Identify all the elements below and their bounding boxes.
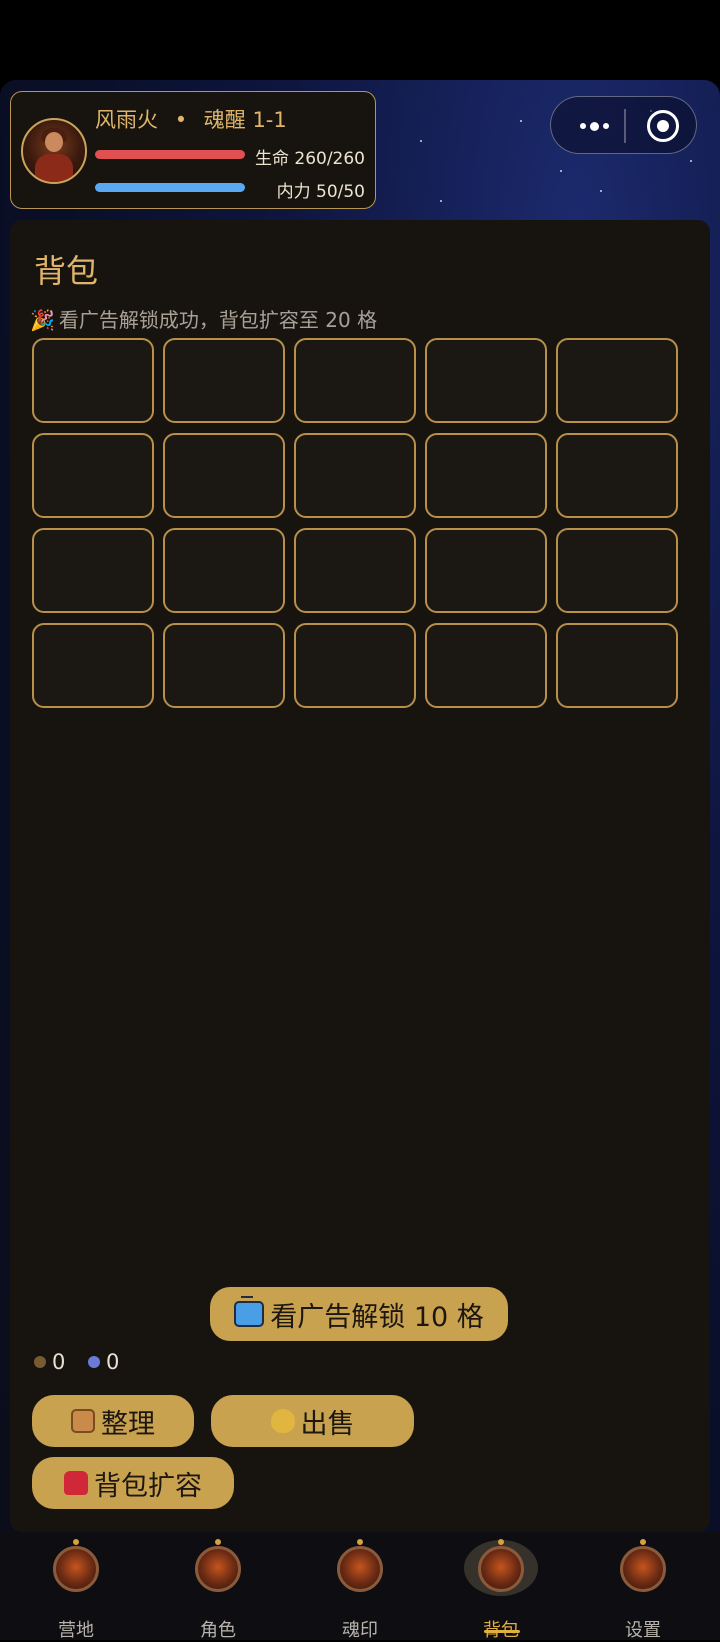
sort-button[interactable]: 整理 [32,1395,194,1447]
currency-gold: 0 [34,1350,65,1374]
bag-slot[interactable] [163,528,285,613]
nav-item-character[interactable]: 角色 [146,1532,290,1641]
bag-slot[interactable] [163,338,285,423]
money-bag-icon [270,1409,295,1433]
bag-title: 背包 [34,252,99,290]
bag-slot[interactable] [425,528,547,613]
nav-label: 设置 [625,1620,661,1641]
currency-gem: 0 [88,1350,119,1374]
player-title: 风雨火 • 魂醒 1-1 [95,104,287,134]
bag-slot[interactable] [294,338,416,423]
nav-item-bag[interactable]: 背包 [429,1532,573,1641]
hp-bar [95,150,245,159]
soul-seal-icon [337,1539,383,1592]
party-popper-icon: 🎉 [30,308,55,332]
bag-slot[interactable] [32,623,154,708]
bag-slot[interactable] [425,338,547,423]
nav-label: 营地 [58,1620,94,1641]
expand-label: 背包扩容 [94,1470,202,1502]
bottom-nav: 营地 角色 魂印 背包 设置 [0,1532,720,1641]
package-icon [71,1409,95,1433]
currency-gem-value: 0 [106,1350,120,1374]
bag-slot[interactable] [556,528,678,613]
currency-gold-value: 0 [52,1350,66,1374]
bag-slot[interactable] [425,433,547,518]
expand-bag-button[interactable]: 背包扩容 [32,1457,234,1509]
mp-label: 内力 50/50 [276,182,365,202]
player-stage: 魂醒 1-1 [203,108,287,132]
bag-slot[interactable] [294,623,416,708]
unlock-notice: 🎉 看广告解锁成功，背包扩容至 20 格 [30,304,377,333]
player-name: 风雨火 [95,108,158,132]
nav-label: 角色 [200,1620,236,1641]
gem-icon [88,1356,100,1368]
title-separator: • [174,108,188,132]
bag-slot[interactable] [425,623,547,708]
bag-slot[interactable] [163,623,285,708]
tv-icon [234,1296,265,1327]
sell-label: 出售 [300,1408,355,1440]
notice-text: 看广告解锁成功，背包扩容至 20 格 [58,308,378,332]
bag-slot[interactable] [163,433,285,518]
camp-icon [53,1539,99,1592]
watch-ad-label: 看广告解锁 10 格 [270,1301,484,1333]
capsule-divider [624,109,626,143]
backpack-icon [64,1471,88,1495]
player-avatar[interactable] [21,118,87,184]
nav-label: 魂印 [342,1620,378,1641]
nav-item-soul-seal[interactable]: 魂印 [288,1532,432,1641]
bag-icon [478,1539,524,1592]
bag-slot-grid [32,338,692,708]
bag-slot[interactable] [556,433,678,518]
record-circle-icon[interactable] [647,110,679,142]
watch-ad-unlock-button[interactable]: 看广告解锁 10 格 [210,1287,508,1341]
sell-button[interactable]: 出售 [211,1395,414,1447]
more-dots-icon[interactable] [569,113,619,139]
nav-item-settings[interactable]: 设置 [571,1532,715,1641]
bag-slot[interactable] [32,528,154,613]
bag-slot[interactable] [32,433,154,518]
bag-panel: 背包 🎉 看广告解锁成功，背包扩容至 20 格 看广告解锁 10 格 0 0 整理… [10,220,710,1532]
bag-slot[interactable] [556,338,678,423]
mp-bar [95,183,245,192]
coin-icon [34,1356,46,1368]
character-icon [195,1539,241,1592]
bag-slot[interactable] [32,338,154,423]
nav-item-camp[interactable]: 营地 [4,1532,148,1641]
bag-slot[interactable] [294,528,416,613]
nav-label: 背包 [483,1620,519,1641]
settings-icon [620,1539,666,1592]
sort-label: 整理 [101,1408,155,1440]
bag-slot[interactable] [556,623,678,708]
miniprogram-capsule [550,96,697,154]
bag-slot[interactable] [294,433,416,518]
active-tab-underline [484,1630,520,1633]
hp-label: 生命 260/260 [254,149,365,169]
player-status-card[interactable]: 风雨火 • 魂醒 1-1 生命 260/260 内力 50/50 [10,91,376,209]
